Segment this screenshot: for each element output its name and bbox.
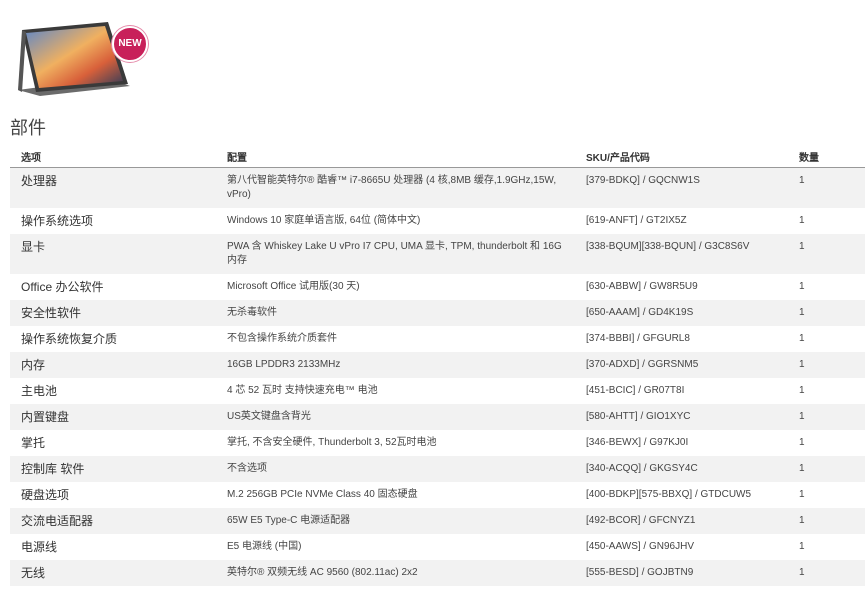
cell-sku: [492-BCOR] / GFCNYZ1 <box>586 515 696 526</box>
table-row: 主电池 4 芯 52 瓦时 支持快速充电™ 电池 [451-BCIC] / GR07… <box>10 378 865 404</box>
cell-config: 掌托, 不含安全硬件, Thunderbolt 3, 52瓦时电池 <box>227 437 437 448</box>
table-row: 电源线 E5 电源线 (中国) [450-AAWS] / GN96JHV 1 <box>10 534 865 560</box>
cell-qty: 1 <box>799 281 805 292</box>
cell-qty: 1 <box>799 463 805 474</box>
cell-qty: 1 <box>799 385 805 396</box>
cell-sku: [619-ANFT] / GT2IX5Z <box>586 215 687 226</box>
cell-config: 不包含操作系统介质套件 <box>227 333 337 344</box>
cell-config: Windows 10 家庭单语言版, 64位 (简体中文) <box>227 215 421 226</box>
cell-config: 65W E5 Type-C 电源适配器 <box>227 515 351 526</box>
table-row: 无线 英特尔® 双频无线 AC 9560 (802.11ac) 2x2 [555-B… <box>10 560 865 586</box>
cell-option: 掌托 <box>21 436 46 450</box>
cell-option: 主电池 <box>21 384 58 398</box>
cell-config: PWA 含 Whiskey Lake U vPro I7 CPU, UMA 显卡… <box>227 241 562 266</box>
table-row: 内存 16GB LPDDR3 2133MHz [370-ADXD] / GGRSNM… <box>10 352 865 378</box>
product-image: NEW <box>12 12 148 96</box>
header-qty: 数量 <box>788 145 865 168</box>
cell-option: 操作系统选项 <box>21 214 94 228</box>
cell-sku: [450-AAWS] / GN96JHV <box>586 541 694 552</box>
cell-sku: [374-BBBI] / GFGURL8 <box>586 333 690 344</box>
cell-option: 无线 <box>21 566 46 580</box>
cell-sku: [379-BDKQ] / GQCNW1S <box>586 175 700 186</box>
cell-sku: [580-AHTT] / GIO1XYC <box>586 411 691 422</box>
table-row: 处理器 第八代智能英特尔® 酷睿™ i7-8665U 处理器 (4 核,8MB 缓… <box>10 167 865 208</box>
cell-config: E5 电源线 (中国) <box>227 541 302 552</box>
cell-sku: [650-AAAM] / GD4K19S <box>586 307 694 318</box>
table-row: 显卡 PWA 含 Whiskey Lake U vPro I7 CPU, UMA … <box>10 234 865 274</box>
cell-qty: 1 <box>799 359 805 370</box>
cell-sku: [338-BQUM][338-BQUN] / G3C8S6V <box>586 241 750 252</box>
components-table: 选项 配置 SKU/产品代码 数量 处理器 第八代智能英特尔® 酷睿™ i7-86… <box>10 145 865 586</box>
cell-config: 英特尔® 双频无线 AC 9560 (802.11ac) 2x2 <box>227 567 418 578</box>
cell-qty: 1 <box>799 241 805 252</box>
cell-sku: [340-ACQQ] / GKGSY4C <box>586 463 698 474</box>
cell-qty: 1 <box>799 215 805 226</box>
cell-qty: 1 <box>799 567 805 578</box>
section-title: 部件 <box>10 118 46 138</box>
header-option: 选项 <box>10 145 216 168</box>
cell-config: 4 芯 52 瓦时 支持快速充电™ 电池 <box>227 385 378 396</box>
cell-config: Microsoft Office 试用版(30 天) <box>227 281 360 292</box>
cell-qty: 1 <box>799 307 805 318</box>
cell-config: 第八代智能英特尔® 酷睿™ i7-8665U 处理器 (4 核,8MB 缓存,1… <box>227 175 557 200</box>
header-config: 配置 <box>216 145 575 168</box>
cell-option: 显卡 <box>21 240 46 254</box>
cell-option: 处理器 <box>21 174 58 188</box>
cell-option: 内存 <box>21 358 46 372</box>
cell-option: Office 办公软件 <box>21 280 104 294</box>
table-row: Office 办公软件 Microsoft Office 试用版(30 天) [63… <box>10 274 865 300</box>
cell-sku: [346-BEWX] / G97KJ0I <box>586 437 689 448</box>
cell-option: 电源线 <box>21 540 58 554</box>
cell-option: 安全性软件 <box>21 306 82 320</box>
cell-qty: 1 <box>799 411 805 422</box>
cell-option: 控制库 软件 <box>21 462 85 476</box>
cell-sku: [400-BDKP][575-BBXQ] / GTDCUW5 <box>586 489 752 500</box>
table-row: 硬盘选项 M.2 256GB PCIe NVMe Class 40 固态硬盘 [40… <box>10 482 865 508</box>
cell-qty: 1 <box>799 437 805 448</box>
new-badge: NEW <box>112 26 148 62</box>
cell-qty: 1 <box>799 489 805 500</box>
header-sku: SKU/产品代码 <box>575 145 788 168</box>
cell-config: 不含选项 <box>227 463 267 474</box>
cell-option: 操作系统恢复介质 <box>21 332 118 346</box>
cell-sku: [630-ABBW] / GW8R5U9 <box>586 281 698 292</box>
table-row: 安全性软件 无杀毒软件 [650-AAAM] / GD4K19S 1 <box>10 300 865 326</box>
table-row: 交流电适配器 65W E5 Type-C 电源适配器 [492-BCOR] / GF… <box>10 508 865 534</box>
cell-option: 内置键盘 <box>21 410 70 424</box>
cell-config: 无杀毒软件 <box>227 307 277 318</box>
cell-qty: 1 <box>799 515 805 526</box>
table-row: 内置键盘 US英文键盘含背光 [580-AHTT] / GIO1XYC 1 <box>10 404 865 430</box>
cell-qty: 1 <box>799 333 805 344</box>
cell-sku: [451-BCIC] / GR07T8I <box>586 385 685 396</box>
cell-option: 交流电适配器 <box>21 514 94 528</box>
cell-config: M.2 256GB PCIe NVMe Class 40 固态硬盘 <box>227 489 418 500</box>
cell-sku: [370-ADXD] / GGRSNM5 <box>586 359 699 370</box>
table-row: 掌托 掌托, 不含安全硬件, Thunderbolt 3, 52瓦时电池 [346-… <box>10 430 865 456</box>
cell-config: US英文键盘含背光 <box>227 411 311 422</box>
table-row: 操作系统恢复介质 不包含操作系统介质套件 [374-BBBI] / GFGURL8 1 <box>10 326 865 352</box>
cell-sku: [555-BESD] / GOJBTN9 <box>586 567 694 578</box>
cell-option: 硬盘选项 <box>21 488 70 502</box>
cell-config: 16GB LPDDR3 2133MHz <box>227 359 341 370</box>
table-row: 控制库 软件 不含选项 [340-ACQQ] / GKGSY4C 1 <box>10 456 865 482</box>
table-row: 操作系统选项 Windows 10 家庭单语言版, 64位 (简体中文) [619-… <box>10 208 865 234</box>
cell-qty: 1 <box>799 541 805 552</box>
table-header-row: 选项 配置 SKU/产品代码 数量 <box>10 145 865 168</box>
cell-qty: 1 <box>799 175 805 186</box>
